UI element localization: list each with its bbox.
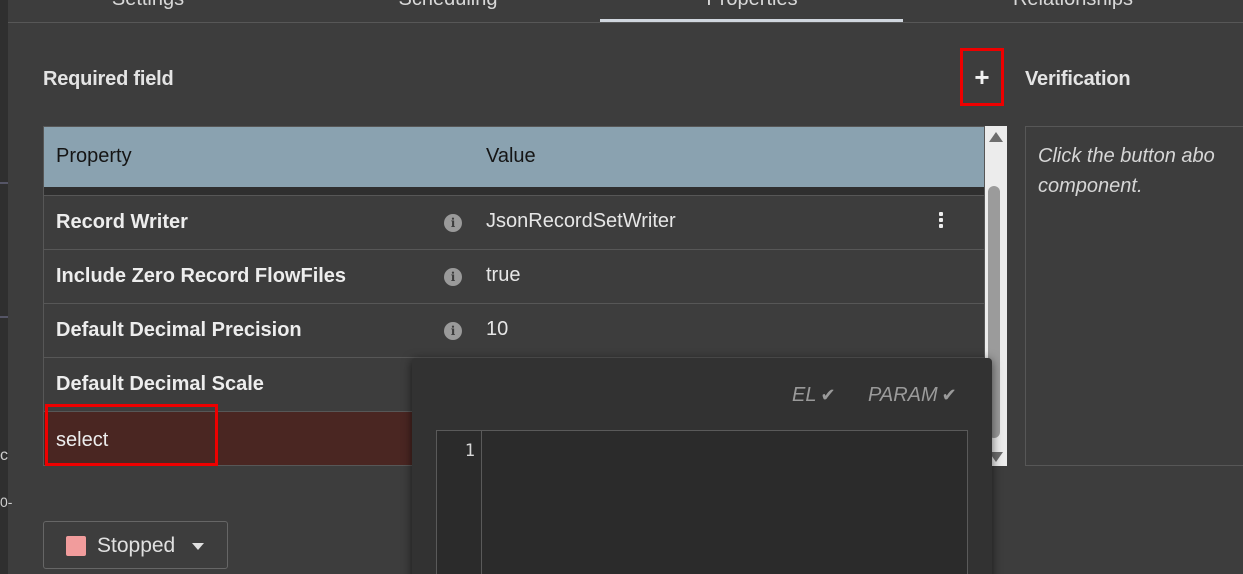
info-icon[interactable]: i: [444, 322, 462, 340]
column-header-value[interactable]: Value: [486, 145, 536, 168]
required-field-label: Required field: [43, 68, 174, 90]
property-value[interactable]: 10: [486, 318, 508, 341]
more-options-icon[interactable]: [938, 212, 944, 232]
el-support-flag: EL ✔: [792, 384, 836, 407]
left-panel-edge: [0, 0, 8, 574]
property-name: Default Decimal Precision: [56, 319, 302, 341]
el-label: EL: [792, 384, 817, 406]
left-edge-text: 0-: [0, 494, 13, 510]
status-label: Stopped: [97, 534, 176, 557]
plus-icon: +: [974, 61, 990, 92]
run-status-dropdown[interactable]: Stopped: [43, 521, 228, 569]
line-number-gutter: 1: [437, 431, 482, 574]
header-divider: [44, 187, 984, 195]
property-value[interactable]: JsonRecordSetWriter: [486, 210, 676, 233]
property-name: Default Decimal Scale: [56, 373, 264, 395]
tab-properties[interactable]: Properties: [672, 0, 832, 12]
verification-panel: Click the button abo component.: [1025, 126, 1243, 466]
column-header-property[interactable]: Property: [56, 145, 132, 168]
line-number: 1: [464, 441, 475, 461]
table-header: Property Value: [44, 127, 984, 187]
param-label: PARAM: [868, 384, 938, 406]
verification-hint: Click the button abo component.: [1038, 141, 1215, 201]
tab-bar: Settings Scheduling Properties Relations…: [8, 0, 1243, 23]
table-row[interactable]: Include Zero Record FlowFiles i true: [44, 249, 984, 303]
active-tab-indicator: [600, 19, 903, 22]
verification-hint-line: component.: [1038, 175, 1143, 197]
tab-settings[interactable]: Settings: [68, 0, 228, 12]
check-icon: ✔: [820, 385, 836, 405]
info-icon[interactable]: i: [444, 268, 462, 286]
check-icon: ✔: [941, 385, 957, 405]
table-row[interactable]: Default Decimal Precision i 10: [44, 303, 984, 357]
info-icon[interactable]: i: [444, 214, 462, 232]
edge-mark: [0, 182, 8, 184]
property-value-editor: EL ✔ PARAM ✔ 1: [412, 358, 992, 574]
caret-down-icon: [192, 543, 204, 550]
code-editor[interactable]: 1: [436, 430, 968, 574]
table-row[interactable]: Record Writer i JsonRecordSetWriter: [44, 195, 984, 249]
property-name: Record Writer: [56, 211, 188, 233]
stopped-status-icon: [66, 536, 86, 556]
param-support-flag: PARAM ✔: [868, 384, 957, 407]
tab-scheduling[interactable]: Scheduling: [368, 0, 528, 12]
property-value[interactable]: true: [486, 264, 520, 287]
left-edge-text: c: [0, 447, 8, 464]
scroll-up-icon[interactable]: [989, 132, 1003, 142]
verification-hint-line: Click the button abo: [1038, 145, 1215, 167]
verification-title: Verification: [1025, 68, 1131, 90]
add-property-button[interactable]: +: [960, 48, 1004, 106]
tab-relationships[interactable]: Relationships: [983, 0, 1163, 12]
annotation-highlight: [45, 404, 218, 466]
edge-mark: [0, 316, 8, 318]
property-name: Include Zero Record FlowFiles: [56, 265, 347, 287]
